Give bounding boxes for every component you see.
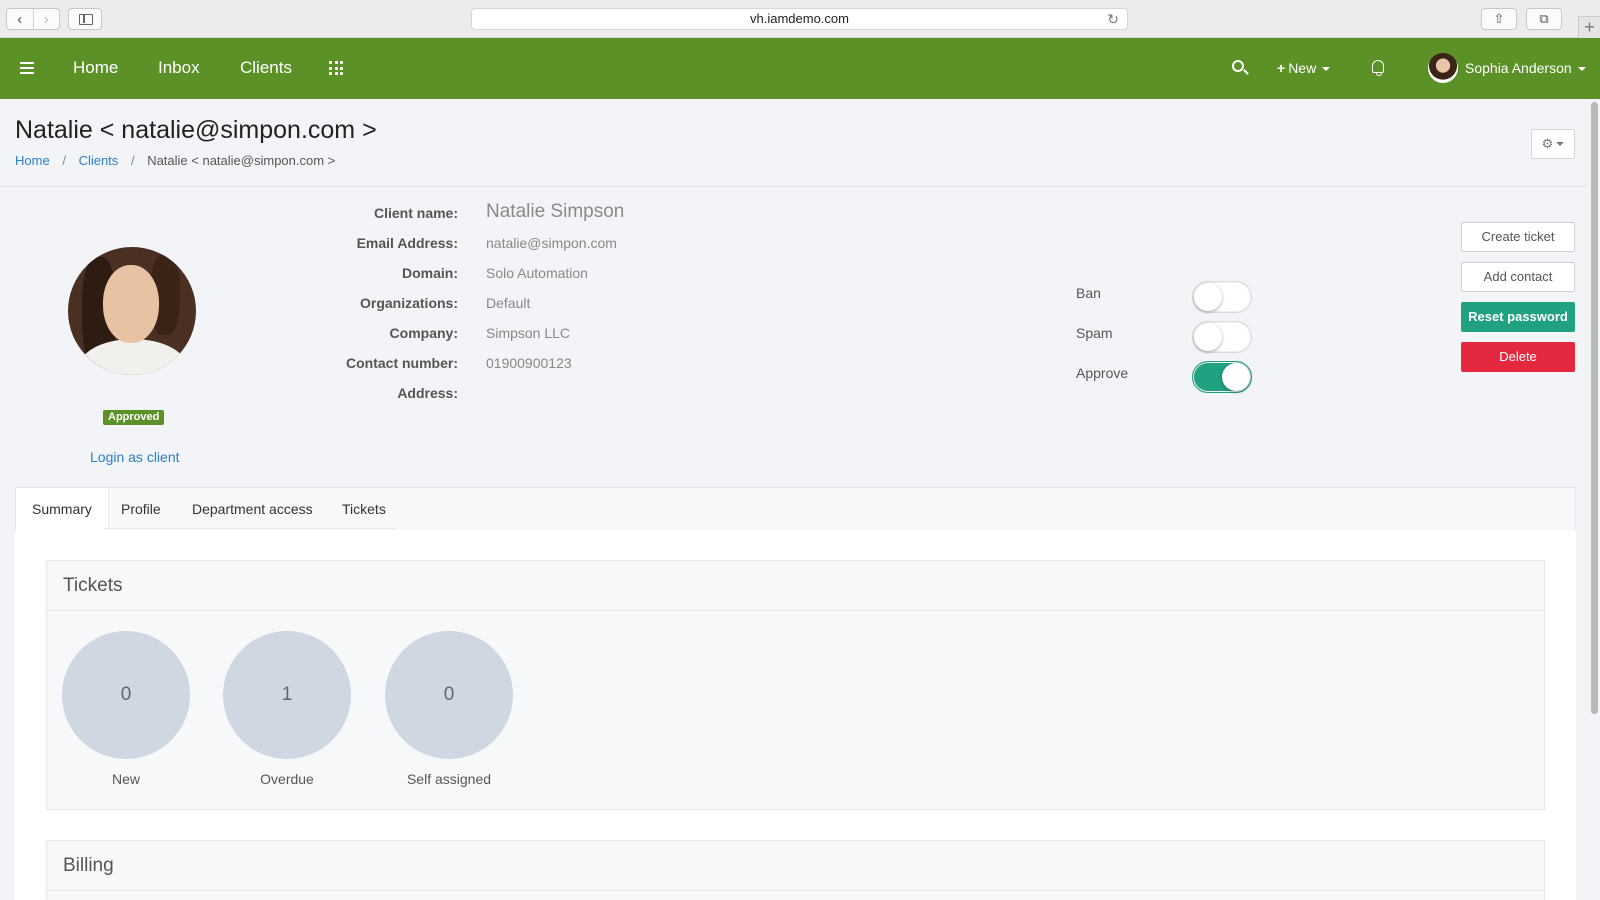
field-value-email: natalie@simpon.com [486, 235, 617, 251]
toggle-label-spam: Spam [1076, 325, 1113, 341]
field-label-domain: Domain: [402, 265, 458, 281]
user-avatar[interactable] [1428, 53, 1458, 83]
tickets-panel-title: Tickets [63, 575, 123, 596]
tabs-bar: Summary Profile Department access Ticket… [15, 487, 1576, 532]
billing-panel: Billing [46, 840, 1545, 900]
settings-dropdown-button[interactable]: ⚙ [1531, 129, 1575, 159]
breadcrumb-current: Natalie < natalie@simpon.com > [147, 153, 336, 168]
tabs-icon: ⧉ [1539, 11, 1549, 26]
browser-chrome: ‹ › vh.iamdemo.com ↻ ⇧ ⧉ + [0, 0, 1600, 38]
reset-password-button[interactable]: Reset password [1461, 302, 1575, 332]
stat-new-label: New [111, 771, 140, 787]
stat-self-assigned-circle[interactable]: 0 [385, 631, 513, 759]
gear-icon: ⚙ [1541, 136, 1554, 151]
tab-department-access[interactable]: Department access [176, 488, 329, 531]
nav-clients[interactable]: Clients [240, 58, 292, 78]
caret-down-icon [1577, 67, 1586, 72]
status-badge: Approved [103, 410, 165, 425]
breadcrumb-home[interactable]: Home [15, 153, 50, 168]
user-menu[interactable]: Sophia Anderson [1465, 60, 1586, 76]
field-value-organizations: Default [486, 295, 531, 311]
toggle-label-ban: Ban [1076, 285, 1101, 301]
tab-tickets[interactable]: Tickets [326, 488, 402, 531]
bell-icon[interactable] [1372, 60, 1384, 76]
browser-nav-buttons: ‹ › [6, 8, 60, 30]
tab-overview-button[interactable]: ⧉ [1526, 8, 1562, 30]
tab-summary[interactable]: Summary [16, 488, 109, 532]
page-title: Natalie < natalie@simpon.com > [15, 116, 377, 144]
ban-toggle[interactable] [1192, 281, 1252, 313]
approve-toggle[interactable] [1192, 361, 1252, 393]
stat-overdue-circle[interactable]: 1 [223, 631, 351, 759]
field-label-company: Company: [389, 325, 458, 341]
user-name-label: Sophia Anderson [1465, 60, 1572, 76]
forward-icon[interactable]: › [32, 9, 60, 29]
client-avatar [68, 247, 196, 375]
menu-icon[interactable] [20, 62, 34, 74]
add-contact-button[interactable]: Add contact [1461, 262, 1575, 292]
address-bar[interactable]: vh.iamdemo.com ↻ [471, 8, 1128, 30]
field-value-client-name: Natalie Simpson [486, 201, 625, 222]
page-header: Natalie < natalie@simpon.com > Home / Cl… [0, 99, 1586, 187]
breadcrumb-clients[interactable]: Clients [79, 153, 119, 168]
tab-profile[interactable]: Profile [105, 488, 177, 531]
field-value-company: Simpson LLC [486, 325, 571, 341]
caret-down-icon [1556, 142, 1565, 146]
reload-icon[interactable]: ↻ [1107, 9, 1119, 29]
caret-down-icon [1322, 67, 1331, 72]
stat-self-assigned-label: Self assigned [406, 771, 492, 787]
stat-overdue-label: Overdue [260, 771, 314, 787]
field-label-organizations: Organizations: [359, 295, 458, 311]
sidebar-icon [79, 14, 93, 25]
share-button[interactable]: ⇧ [1481, 8, 1517, 30]
nav-inbox[interactable]: Inbox [158, 58, 200, 78]
field-label-email: Email Address: [356, 235, 458, 251]
apps-grid-icon[interactable] [329, 61, 343, 75]
field-value-contact-number: 01900900123 [486, 355, 572, 371]
field-label-address: Address: [397, 385, 458, 401]
create-ticket-button[interactable]: Create ticket [1461, 222, 1575, 252]
field-value-domain: Solo Automation [486, 265, 588, 281]
back-icon[interactable]: ‹ [7, 9, 33, 29]
login-as-client-link[interactable]: Login as client [90, 449, 180, 465]
breadcrumb: Home / Clients / Natalie < natalie@simpo… [15, 153, 336, 168]
field-label-client-name: Client name: [373, 205, 458, 221]
billing-panel-title: Billing [63, 855, 114, 876]
new-tab-button[interactable]: + [1578, 16, 1600, 38]
url-text: vh.iamdemo.com [750, 11, 849, 26]
plus-icon: + [1277, 60, 1286, 76]
new-label: New [1288, 60, 1317, 76]
field-label-contact-number: Contact number: [346, 355, 458, 371]
scrollbar-thumb[interactable] [1591, 102, 1598, 714]
app-header: Home Inbox Clients + New Sophia Anderson [0, 38, 1600, 99]
nav-home[interactable]: Home [73, 58, 118, 78]
sidebar-toggle-button[interactable] [68, 8, 102, 30]
stat-new-circle[interactable]: 0 [62, 631, 190, 759]
search-icon[interactable] [1232, 60, 1244, 72]
delete-button[interactable]: Delete [1461, 342, 1575, 372]
new-menu-button[interactable]: + New [1277, 60, 1331, 76]
share-icon: ⇧ [1493, 11, 1505, 26]
toggle-label-approve: Approve [1076, 365, 1129, 381]
spam-toggle[interactable] [1192, 321, 1252, 353]
